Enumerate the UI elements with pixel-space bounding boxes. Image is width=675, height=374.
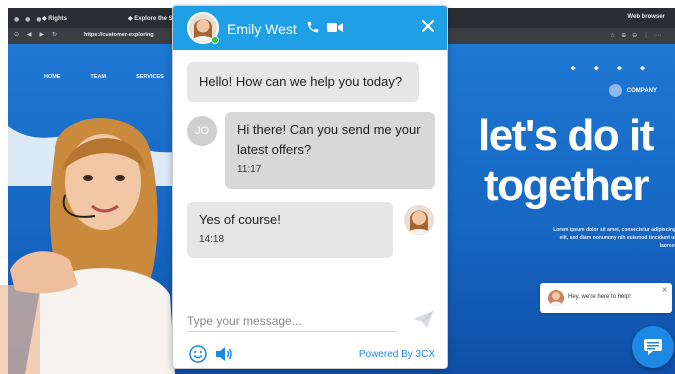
emoji-icon[interactable] bbox=[189, 345, 207, 363]
help-popup-text: Hey, we're here to help! bbox=[568, 294, 631, 300]
close-chat-icon[interactable] bbox=[421, 19, 435, 33]
company-name: COMPANY bbox=[626, 87, 657, 94]
company-logo: COMPANY bbox=[608, 84, 657, 97]
message-text: Yes of course! bbox=[199, 212, 281, 227]
message-timestamp: 14:18 bbox=[199, 234, 225, 245]
browser-tab-rights[interactable]: ◆ Rights bbox=[42, 11, 67, 26]
help-invitation-popup[interactable]: Hey, we're here to help! × bbox=[540, 283, 672, 313]
agent-avatar-small bbox=[404, 205, 434, 235]
agent-name: Emily West bbox=[227, 21, 297, 37]
hero-subtitle: Lorem ipsum dolor sit amet, consectetur … bbox=[553, 227, 675, 249]
message-composer bbox=[187, 310, 434, 334]
hero-title-line-2: together bbox=[484, 161, 650, 210]
chat-icon bbox=[644, 339, 662, 355]
help-agent-avatar bbox=[548, 290, 564, 306]
visitor-message: Hi there! Can you send me your latest of… bbox=[225, 112, 435, 189]
browser-nav-icons[interactable]: ⊙ ◀ ▶ ↻ bbox=[14, 31, 60, 38]
site-nav-services[interactable]: SERVICES bbox=[136, 74, 164, 80]
hero-title-line-1: let's do it bbox=[478, 111, 654, 160]
message-list: Hello! How can we help you today? JO Hi … bbox=[173, 50, 447, 300]
message-input[interactable] bbox=[187, 310, 397, 332]
company-logo-icon bbox=[608, 84, 622, 97]
site-social-icons[interactable]: ⬥ ⬥ ⬥ ⬥ bbox=[571, 64, 653, 73]
site-nav-home[interactable]: HOME bbox=[44, 74, 61, 80]
site-navigation: HOME TEAM SERVICES bbox=[44, 74, 164, 80]
chat-footer: Powered By 3CX bbox=[173, 339, 447, 368]
powered-by-link[interactable]: Powered By 3CX bbox=[359, 349, 435, 360]
woman-photo bbox=[0, 118, 175, 374]
close-icon[interactable]: × bbox=[661, 285, 668, 294]
url-field[interactable]: https://customer-exploring bbox=[84, 32, 154, 38]
message-text: Hi there! Can you send me your latest of… bbox=[237, 122, 421, 157]
agent-message: Hello! How can we help you today? bbox=[187, 62, 419, 102]
message-text: Hello! How can we help you today? bbox=[199, 74, 403, 89]
send-icon[interactable] bbox=[412, 310, 434, 330]
video-call-icon[interactable] bbox=[327, 22, 343, 33]
browser-title: Web browser bbox=[627, 14, 665, 20]
message-timestamp: 11:17 bbox=[237, 164, 262, 175]
site-nav-team[interactable]: TEAM bbox=[91, 74, 107, 80]
browser-toolbar-icons[interactable]: ☆ ⊕ ⊖ ⋮ ⋯ bbox=[610, 32, 663, 39]
online-status-indicator bbox=[211, 36, 219, 44]
chat-widget: Emily West Hello! How can we help you to… bbox=[172, 5, 448, 369]
chat-header: Emily West bbox=[173, 6, 447, 50]
agent-message: Yes of course! 14:18 bbox=[187, 202, 393, 258]
window-controls-icon[interactable]: ● ● ● bbox=[14, 16, 44, 23]
tab-label: Rights bbox=[48, 16, 67, 22]
visitor-avatar: JO bbox=[187, 116, 217, 146]
phone-icon[interactable] bbox=[306, 20, 320, 34]
sound-icon[interactable] bbox=[215, 346, 233, 362]
open-chat-button[interactable] bbox=[632, 326, 674, 368]
